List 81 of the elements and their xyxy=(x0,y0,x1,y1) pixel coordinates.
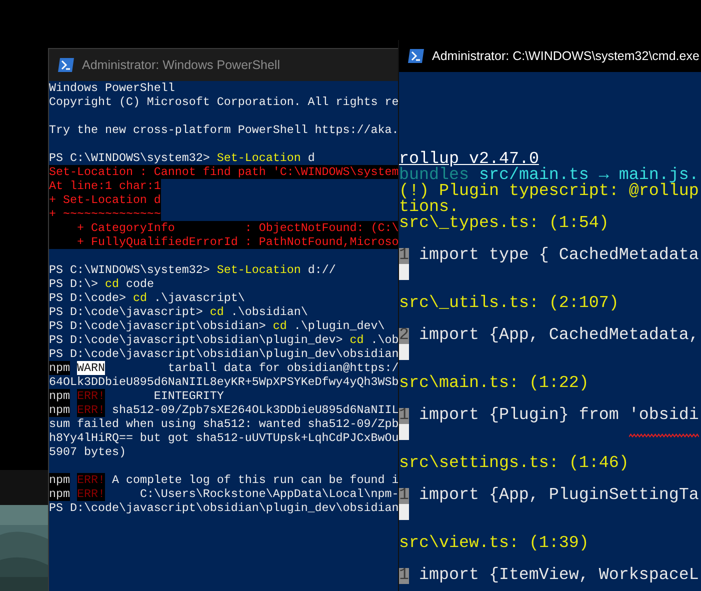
console-text: sha512-09/Zpb7sXE264OLk3DDbieU895d6NaNIIL xyxy=(110,403,399,417)
gutter-marker xyxy=(399,264,409,280)
gutter-marker xyxy=(399,344,409,360)
bundles-label: bundles xyxy=(399,168,469,184)
console-text: 64OLk3DDbieU895d6NaNIIL8eyKR+5WpXPSYKeDfwy4yQh3WSb xyxy=(49,375,399,389)
warning-text: src\settings.ts: (1:46) xyxy=(399,456,629,472)
command-text: cd xyxy=(132,291,147,305)
console-text: d xyxy=(306,151,315,165)
cmd-window[interactable] xyxy=(398,40,701,591)
npm-label: npm xyxy=(49,403,70,417)
console-text: PS D:\code\javascript\obsidian\plugin_dev> xyxy=(49,333,344,347)
console-text: h8Yy4lHiRQ== but got sha512-uUVTUpsk+LqhCdPJCxBwOu xyxy=(49,431,399,445)
bundle-path: src/main.ts → main.js. xyxy=(478,168,699,184)
code-text: import type { CachedMetadata xyxy=(418,248,699,264)
console-text: code xyxy=(124,277,154,291)
powershell-window[interactable] xyxy=(48,48,399,591)
warning-text: src\view.ts: (1:39) xyxy=(399,536,589,552)
console-text: PS D:\code\javascript\obsidian\plugin_dev\obsidian xyxy=(49,501,399,515)
taskbar-strip xyxy=(0,470,48,505)
console-text: .\ob xyxy=(370,333,399,347)
command-text: Set-Location xyxy=(216,151,301,165)
console-text: EINTEGRITY xyxy=(152,389,224,403)
warning-text: src\main.ts: (1:22) xyxy=(399,376,589,392)
console-text: .\javascript\ xyxy=(152,291,245,305)
err-label: ERR! xyxy=(76,403,105,417)
command-text: cd xyxy=(104,277,119,291)
warning-text: src\_types.ts: (1:54) xyxy=(399,216,609,232)
console-text: PS D:\code\javascript> xyxy=(49,305,204,319)
error-text: + ~~~~~~~~~~~~~~ xyxy=(49,207,161,221)
line-number: 1 xyxy=(399,568,409,584)
line-number: 1 xyxy=(399,488,409,504)
code-text: 'obsidi xyxy=(628,408,699,424)
console-text: PS D:\> xyxy=(49,277,99,291)
line-number: 2 xyxy=(399,328,409,344)
command-text: cd xyxy=(210,305,224,319)
rollup-version: rollup v2.47.0 xyxy=(399,152,539,168)
command-text: cd xyxy=(272,319,287,333)
console-text: .\plugin_dev\ xyxy=(292,319,385,333)
error-text: + Set-Location d xyxy=(49,193,161,207)
console-text: sum failed when using sha512: wanted sha512-09/Zpb xyxy=(49,417,399,431)
console-text: Windows PowerShell xyxy=(49,81,175,95)
npm-label: npm xyxy=(49,389,70,403)
command-text: Set-Location xyxy=(216,263,301,277)
console-text: 5907 bytes) xyxy=(49,445,126,459)
npm-label: npm xyxy=(49,473,70,487)
console-text: A complete log of this run can be found i xyxy=(110,473,399,487)
npm-label: npm xyxy=(49,361,70,375)
warn-label: WARN xyxy=(76,361,105,375)
command-text: cd xyxy=(350,333,364,347)
warning-text: src\_utils.ts: (2:107) xyxy=(399,296,619,312)
code-text: import {ItemView, WorkspaceL xyxy=(418,568,699,584)
err-label: ERR! xyxy=(76,389,105,403)
console-text: C:\Users\Rockstone\AppData\Local\npm- xyxy=(138,487,399,501)
console-text: Try the new cross-platform PowerShell https://aka. xyxy=(49,123,399,137)
warning-text: tions. xyxy=(399,200,459,216)
err-label: ERR! xyxy=(76,473,105,487)
line-number: 1 xyxy=(399,408,409,424)
console-text: d:// xyxy=(306,263,336,277)
code-text: import {Plugin} from xyxy=(418,408,620,424)
console-text: .\obsidian\ xyxy=(230,305,308,319)
gutter-marker xyxy=(399,504,409,520)
terminal-icon xyxy=(58,58,74,72)
console-text: PS D:\code> xyxy=(49,291,127,305)
warning-text: (!) Plugin typescript: @rollup xyxy=(399,184,699,200)
error-text: At line:1 char:1 xyxy=(49,179,161,193)
npm-label: npm xyxy=(49,487,70,501)
gutter-marker xyxy=(399,424,409,440)
code-text: import {App, PluginSettingTa xyxy=(418,488,699,504)
console-text: PS C:\WINDOWS\system32> xyxy=(49,263,211,277)
console-text: PS C:\WINDOWS\system32> xyxy=(49,151,211,165)
console-text: PS D:\code\javascript\obsidian\plugin_dev\obsidian xyxy=(49,347,399,361)
console-text: Copyright (C) Microsoft Corporation. All rights re xyxy=(49,95,399,109)
window-title: Administrator: Windows PowerShell xyxy=(82,58,280,72)
console-text: tarball data for obsidian@https:/ xyxy=(166,361,399,375)
window-title: Administrator: C:\WINDOWS\system32\cmd.exe xyxy=(432,49,700,63)
error-text: Set-Location : Cannot find path 'C:\WINDOWS\system xyxy=(49,165,399,179)
code-text: import {App, CachedMetadata, xyxy=(418,328,699,344)
terminal-icon xyxy=(408,49,424,63)
err-label: ERR! xyxy=(76,487,105,501)
console-text: PS D:\code\javascript\obsidian> xyxy=(49,319,267,333)
line-number: 1 xyxy=(399,248,409,264)
